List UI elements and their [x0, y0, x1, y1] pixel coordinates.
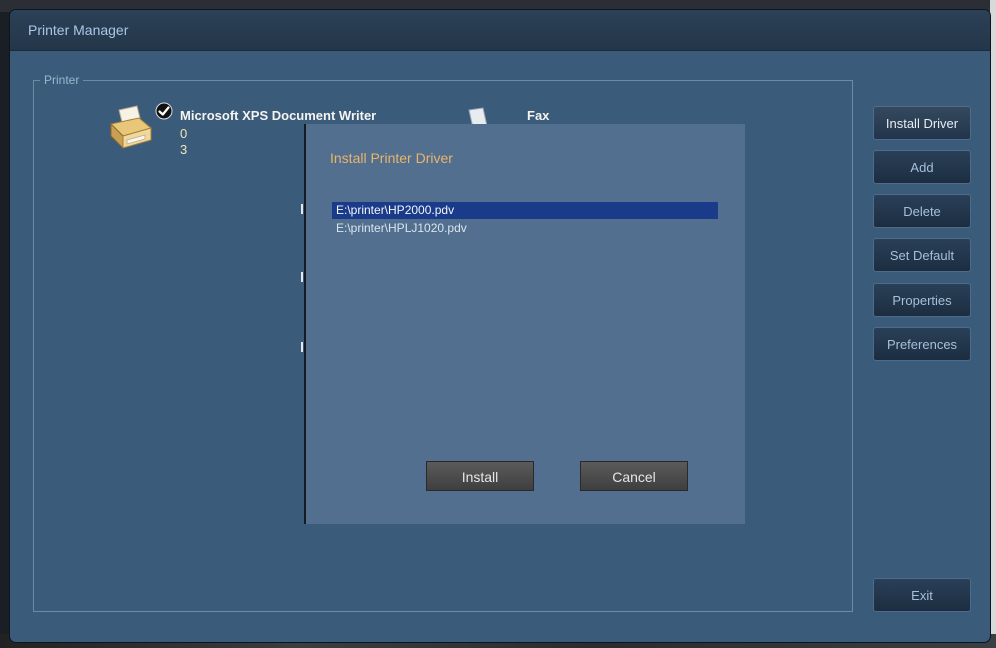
- install-driver-button[interactable]: Install Driver: [873, 106, 971, 140]
- dialog-title: Install Printer Driver: [330, 150, 453, 166]
- background-right: [990, 0, 996, 648]
- printer-group-label: Printer: [40, 73, 84, 87]
- install-driver-dialog: Install Printer Driver E:\printer\HP2000…: [304, 124, 745, 524]
- window-title: Printer Manager: [28, 22, 129, 38]
- driver-list-item[interactable]: E:\printer\HPLJ1020.pdv: [332, 220, 718, 237]
- install-button[interactable]: Install: [426, 461, 534, 491]
- default-check-icon: [155, 102, 173, 120]
- add-button[interactable]: Add: [873, 150, 971, 184]
- scroll-tick: [301, 342, 303, 352]
- properties-button[interactable]: Properties: [873, 283, 971, 317]
- driver-list-item[interactable]: E:\printer\HP2000.pdv: [332, 202, 718, 219]
- printer-value-1: 0: [180, 126, 188, 141]
- driver-list[interactable]: E:\printer\HP2000.pdv E:\printer\HPLJ102…: [332, 202, 720, 242]
- preferences-button[interactable]: Preferences: [873, 327, 971, 361]
- delete-button[interactable]: Delete: [873, 194, 971, 228]
- scroll-tick: [301, 272, 303, 282]
- exit-button[interactable]: Exit: [873, 578, 971, 612]
- scroll-tick: [301, 204, 303, 214]
- printer-icon: [109, 105, 153, 150]
- printer-value-2: 3: [180, 142, 188, 157]
- printer-name: Fax: [527, 108, 550, 123]
- cancel-button[interactable]: Cancel: [580, 461, 688, 491]
- title-bar[interactable]: Printer Manager: [10, 10, 990, 51]
- printer-name: Microsoft XPS Document Writer: [180, 108, 377, 123]
- set-default-button[interactable]: Set Default: [873, 238, 971, 272]
